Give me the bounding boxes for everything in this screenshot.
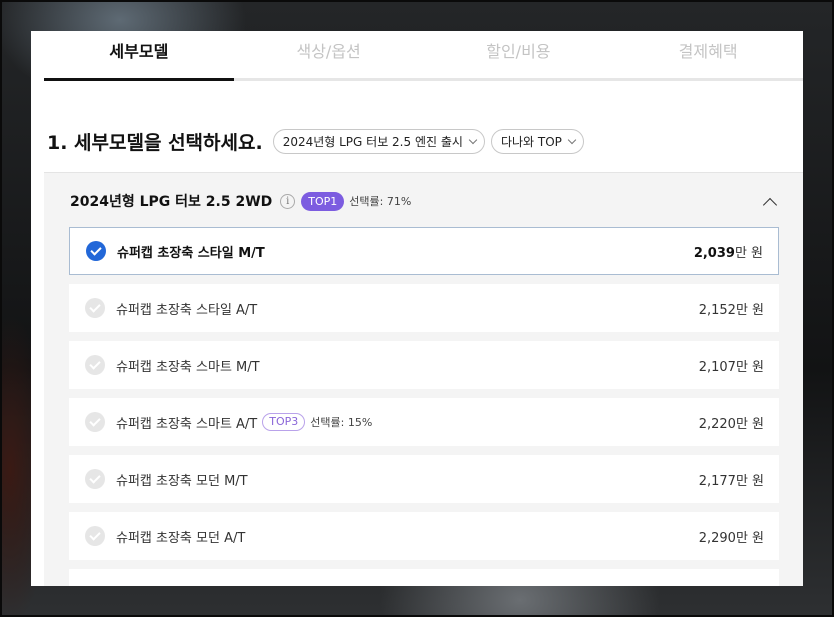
top3-badge: TOP3: [262, 413, 306, 431]
trim-option-name: 슈퍼캡 초장축 모던 M/T: [116, 473, 248, 489]
price-amount: 2,220: [698, 416, 736, 432]
trim-option[interactable]: 슈퍼캡 초장축 모던 M/T 2,177만 원: [69, 455, 779, 503]
check-circle-icon: [86, 241, 106, 261]
price-unit: 만 원: [735, 302, 764, 318]
trim-option-name: 슈퍼캡 초장축 스마트 M/T: [116, 359, 260, 375]
price-unit: 만 원: [734, 245, 763, 261]
selection-rate: 선택률: 15%: [310, 416, 373, 429]
trim-option-price: 2,177만 원: [699, 470, 764, 489]
check-circle-icon: [85, 469, 105, 489]
trim-group-title: 2024년형 LPG 터보 2.5 2WD: [70, 194, 273, 210]
price-unit: 만 원: [735, 473, 764, 489]
trim-group: 2024년형 LPG 터보 2.5 2WD i TOP1 선택률: 71% 슈퍼…: [44, 172, 803, 586]
trim-option-name: 슈퍼캡 초장축 스마트 A/T: [116, 416, 258, 432]
price-unit: 만 원: [735, 530, 764, 546]
price-amount: 2,152: [698, 302, 736, 318]
price-unit: 만 원: [735, 359, 764, 375]
chevron-up-icon[interactable]: [762, 197, 778, 213]
step-tabs: 세부모델 색상/옵션 할인/비용 결제혜택: [44, 31, 803, 81]
trim-option[interactable]: 슈퍼캡 초장축 스마트 A/T TOP3 선택률: 15% 2,220만 원: [69, 398, 779, 446]
trim-option-price: 2,220만 원: [699, 413, 764, 432]
sort-label: 다나와 TOP: [500, 135, 562, 149]
selection-rate: 선택률: 71%: [349, 195, 412, 208]
check-circle-icon: [85, 412, 105, 432]
chevron-down-icon: [567, 135, 577, 144]
tab-payment-benefits[interactable]: 결제혜택: [613, 31, 803, 78]
chevron-down-icon: [468, 135, 478, 144]
trim-option-price: 2,290만 원: [699, 527, 764, 546]
tab-detail-model[interactable]: 세부모델: [44, 31, 234, 81]
top1-badge: TOP1: [301, 191, 345, 211]
check-circle-icon: [85, 355, 105, 375]
price-amount: 2,039: [693, 245, 735, 261]
trim-option-name: 슈퍼캡 초장축 스타일 A/T: [116, 302, 258, 318]
model-year-filter-dropdown[interactable]: 2024년형 LPG 터보 2.5 엔진 출시: [272, 129, 485, 154]
tab-color-options[interactable]: 색상/옵션: [234, 31, 424, 78]
trim-option[interactable]: 슈퍼캡 초장축 스마트 M/T 2,107만 원: [69, 341, 779, 389]
trim-option-price: 2,152만 원: [699, 299, 764, 318]
info-icon[interactable]: i: [280, 193, 296, 209]
model-year-filter-label: 2024년형 LPG 터보 2.5 엔진 출시: [282, 135, 463, 149]
tab-discount-cost[interactable]: 할인/비용: [424, 31, 614, 78]
sort-dropdown[interactable]: 다나와 TOP: [490, 129, 584, 154]
price-amount: 2,107: [698, 359, 736, 375]
trim-group-header: 2024년형 LPG 터보 2.5 2WD i TOP1 선택률: 71%: [70, 191, 411, 211]
section-heading: 1. 세부모델을 선택하세요.: [47, 132, 263, 154]
check-circle-icon: [85, 298, 105, 318]
trim-option-price: 2,107만 원: [699, 356, 764, 375]
trim-option-partial[interactable]: [69, 569, 779, 586]
trim-option-name: 슈퍼캡 초장축 모던 A/T: [116, 530, 246, 546]
trim-option[interactable]: 슈퍼캡 초장축 스타일 A/T 2,152만 원: [69, 284, 779, 332]
section-header: 1. 세부모델을 선택하세요. 2024년형 LPG 터보 2.5 엔진 출시 …: [47, 128, 590, 155]
trim-option-price: 2,039만 원: [694, 242, 763, 261]
price-amount: 2,290: [698, 530, 736, 546]
price-amount: 2,177: [698, 473, 736, 489]
trim-option-name: 슈퍼캡 초장축 스타일 M/T: [117, 245, 265, 261]
price-unit: 만 원: [735, 416, 764, 432]
check-circle-icon: [85, 526, 105, 546]
model-selection-panel: 세부모델 색상/옵션 할인/비용 결제혜택 1. 세부모델을 선택하세요. 20…: [31, 31, 803, 586]
trim-option[interactable]: 슈퍼캡 초장축 스타일 M/T 2,039만 원: [69, 227, 779, 275]
trim-option[interactable]: 슈퍼캡 초장축 모던 A/T 2,290만 원: [69, 512, 779, 560]
